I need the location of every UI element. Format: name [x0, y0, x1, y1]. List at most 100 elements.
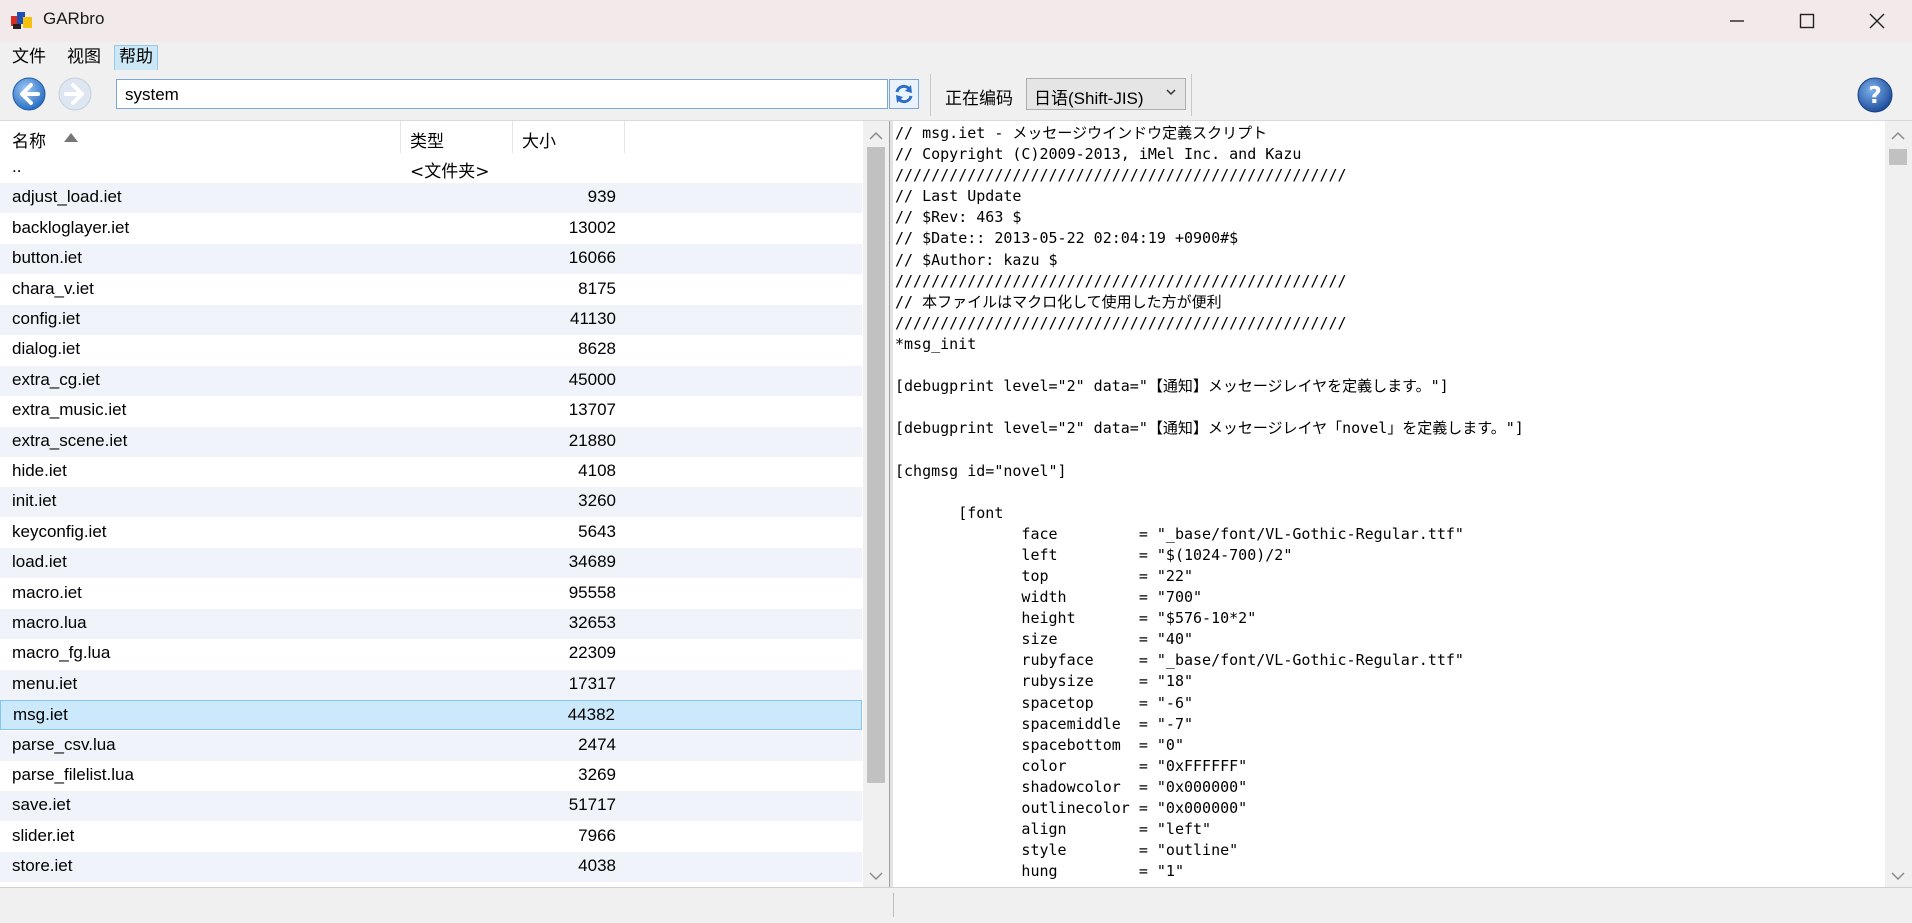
file-name-cell: msg.iet: [13, 705, 68, 725]
table-row[interactable]: parse_csv.lua 2474: [0, 730, 862, 761]
table-row[interactable]: extra_music.iet 13707: [0, 396, 862, 426]
file-name-cell: store.iet: [12, 856, 73, 876]
refresh-icon: [895, 84, 913, 104]
maximize-icon: [1799, 13, 1815, 29]
back-button[interactable]: [11, 76, 47, 112]
scroll-up-arrow-icon[interactable]: [1891, 131, 1905, 141]
maximize-button[interactable]: [1772, 0, 1842, 42]
menu-file[interactable]: 文件: [8, 45, 50, 69]
file-name-cell: button.iet: [12, 248, 82, 268]
encoding-select[interactable]: 日语(Shift-JIS): [1026, 78, 1186, 110]
table-row[interactable]: extra_scene.iet 21880: [0, 426, 862, 457]
table-row[interactable]: save.iet 51717: [0, 791, 862, 822]
menu-help[interactable]: 帮助: [114, 45, 158, 71]
back-arrow-icon: [12, 77, 46, 111]
forward-button[interactable]: [57, 76, 93, 112]
encoding-label: 正在编码: [945, 89, 1013, 109]
file-type-cell: <文件夹>: [410, 162, 490, 182]
toolbar-separator: [1191, 74, 1192, 116]
table-row-selected[interactable]: msg.iet 44382: [0, 700, 862, 731]
column-divider[interactable]: [400, 121, 401, 153]
file-list-header: 名称 类型 大小: [0, 121, 866, 153]
file-size-cell: 5643: [578, 521, 616, 541]
table-row[interactable]: slider.iet 7966: [0, 822, 862, 852]
table-row[interactable]: menu.iet 17317: [0, 669, 862, 700]
help-question-icon: ?: [1857, 77, 1893, 113]
window-title: GARbro: [43, 9, 105, 28]
column-header-name[interactable]: 名称: [12, 127, 46, 152]
scroll-up-arrow-icon[interactable]: [869, 131, 883, 141]
refresh-button[interactable]: [889, 79, 919, 109]
close-button[interactable]: [1842, 0, 1912, 42]
title-bar: GARbro: [0, 0, 1912, 42]
table-row[interactable]: parse_filelist.lua 3269: [0, 761, 862, 791]
file-size-cell: 17317: [568, 673, 616, 693]
file-name-cell: save.iet: [12, 795, 71, 815]
file-name-cell: config.iet: [12, 309, 81, 328]
text-preview-pane: // msg.iet - メッセージウインドウ定義スクリプト // Copyri…: [893, 121, 1885, 887]
minimize-button[interactable]: [1702, 0, 1772, 42]
file-size-cell: 13002: [568, 217, 616, 237]
file-size-cell: 4038: [578, 856, 616, 876]
file-name-cell: extra_music.iet: [12, 400, 127, 420]
file-name-cell: parse_csv.lua: [12, 734, 116, 754]
table-row[interactable]: hide.iet 4108: [0, 457, 862, 487]
table-row[interactable]: dialog.iet 8628: [0, 335, 862, 365]
file-name-cell: ..: [12, 157, 22, 176]
column-divider[interactable]: [624, 121, 625, 153]
help-button[interactable]: ?: [1856, 76, 1894, 114]
file-size-cell: 32653: [568, 613, 616, 632]
file-name-cell: slider.iet: [12, 825, 75, 845]
column-header-type[interactable]: 类型: [410, 127, 444, 152]
sort-ascending-icon: [64, 133, 78, 142]
forward-arrow-icon: [58, 77, 92, 111]
file-size-cell: 51717: [568, 795, 616, 815]
file-name-cell: macro_fg.lua: [12, 643, 111, 663]
file-size-cell: 7966: [578, 825, 616, 845]
file-name-cell: hide.iet: [12, 461, 67, 480]
file-size-cell: 45000: [568, 369, 616, 389]
table-row[interactable]: load.iet 34689: [0, 548, 862, 579]
scrollbar-thumb[interactable]: [1889, 149, 1907, 165]
file-size-cell: 21880: [568, 430, 616, 450]
file-size-cell: 44382: [567, 705, 615, 725]
table-row[interactable]: .. <文件夹>: [0, 153, 862, 183]
file-size-cell: 2474: [578, 734, 616, 754]
table-row[interactable]: adjust_load.iet 939: [0, 183, 862, 214]
file-size-cell: 8628: [578, 339, 616, 359]
scroll-down-arrow-icon[interactable]: [869, 871, 883, 881]
menu-view[interactable]: 视图: [63, 45, 105, 69]
menu-bar: 文件 视图 帮助: [0, 42, 1912, 71]
preview-scrollbar[interactable]: [1885, 121, 1911, 887]
toolbar: system 正在编码 日语(Shift-JIS) ?: [0, 70, 1912, 121]
file-list-scrollbar[interactable]: [863, 121, 889, 887]
table-row[interactable]: macro_fg.lua 22309: [0, 639, 862, 669]
scroll-down-arrow-icon[interactable]: [1891, 871, 1905, 881]
file-content-text: // msg.iet - メッセージウインドウ定義スクリプト // Copyri…: [895, 124, 1524, 881]
table-row[interactable]: button.iet 16066: [0, 244, 862, 275]
encoding-select-value: 日语(Shift-JIS): [1034, 89, 1144, 108]
path-input[interactable]: system: [116, 79, 888, 109]
column-header-size[interactable]: 大小: [522, 127, 556, 152]
file-name-cell: parse_filelist.lua: [12, 765, 134, 784]
table-row[interactable]: backloglayer.iet 13002: [0, 214, 862, 244]
table-row[interactable]: extra_cg.iet 45000: [0, 365, 862, 396]
file-name-cell: backloglayer.iet: [12, 217, 130, 237]
table-row[interactable]: store.iet 4038: [0, 852, 862, 883]
column-divider[interactable]: [512, 121, 513, 153]
table-row[interactable]: chara_v.iet 8175: [0, 275, 862, 305]
file-name-cell: keyconfig.iet: [12, 521, 107, 541]
file-name-cell: adjust_load.iet: [12, 187, 122, 207]
close-icon: [1869, 13, 1885, 29]
status-bar: [0, 887, 1912, 923]
file-name-cell: dialog.iet: [12, 339, 81, 359]
table-row[interactable]: init.iet 3260: [0, 487, 862, 518]
table-row[interactable]: macro.lua 32653: [0, 609, 862, 639]
table-row[interactable]: config.iet 41130: [0, 305, 862, 335]
file-name-cell: chara_v.iet: [12, 278, 94, 298]
table-row[interactable]: macro.iet 95558: [0, 579, 862, 609]
scrollbar-thumb[interactable]: [867, 147, 885, 783]
table-row[interactable]: keyconfig.iet 5643: [0, 518, 862, 548]
file-name-cell: extra_scene.iet: [12, 430, 128, 450]
garbro-app-icon: [11, 12, 32, 29]
